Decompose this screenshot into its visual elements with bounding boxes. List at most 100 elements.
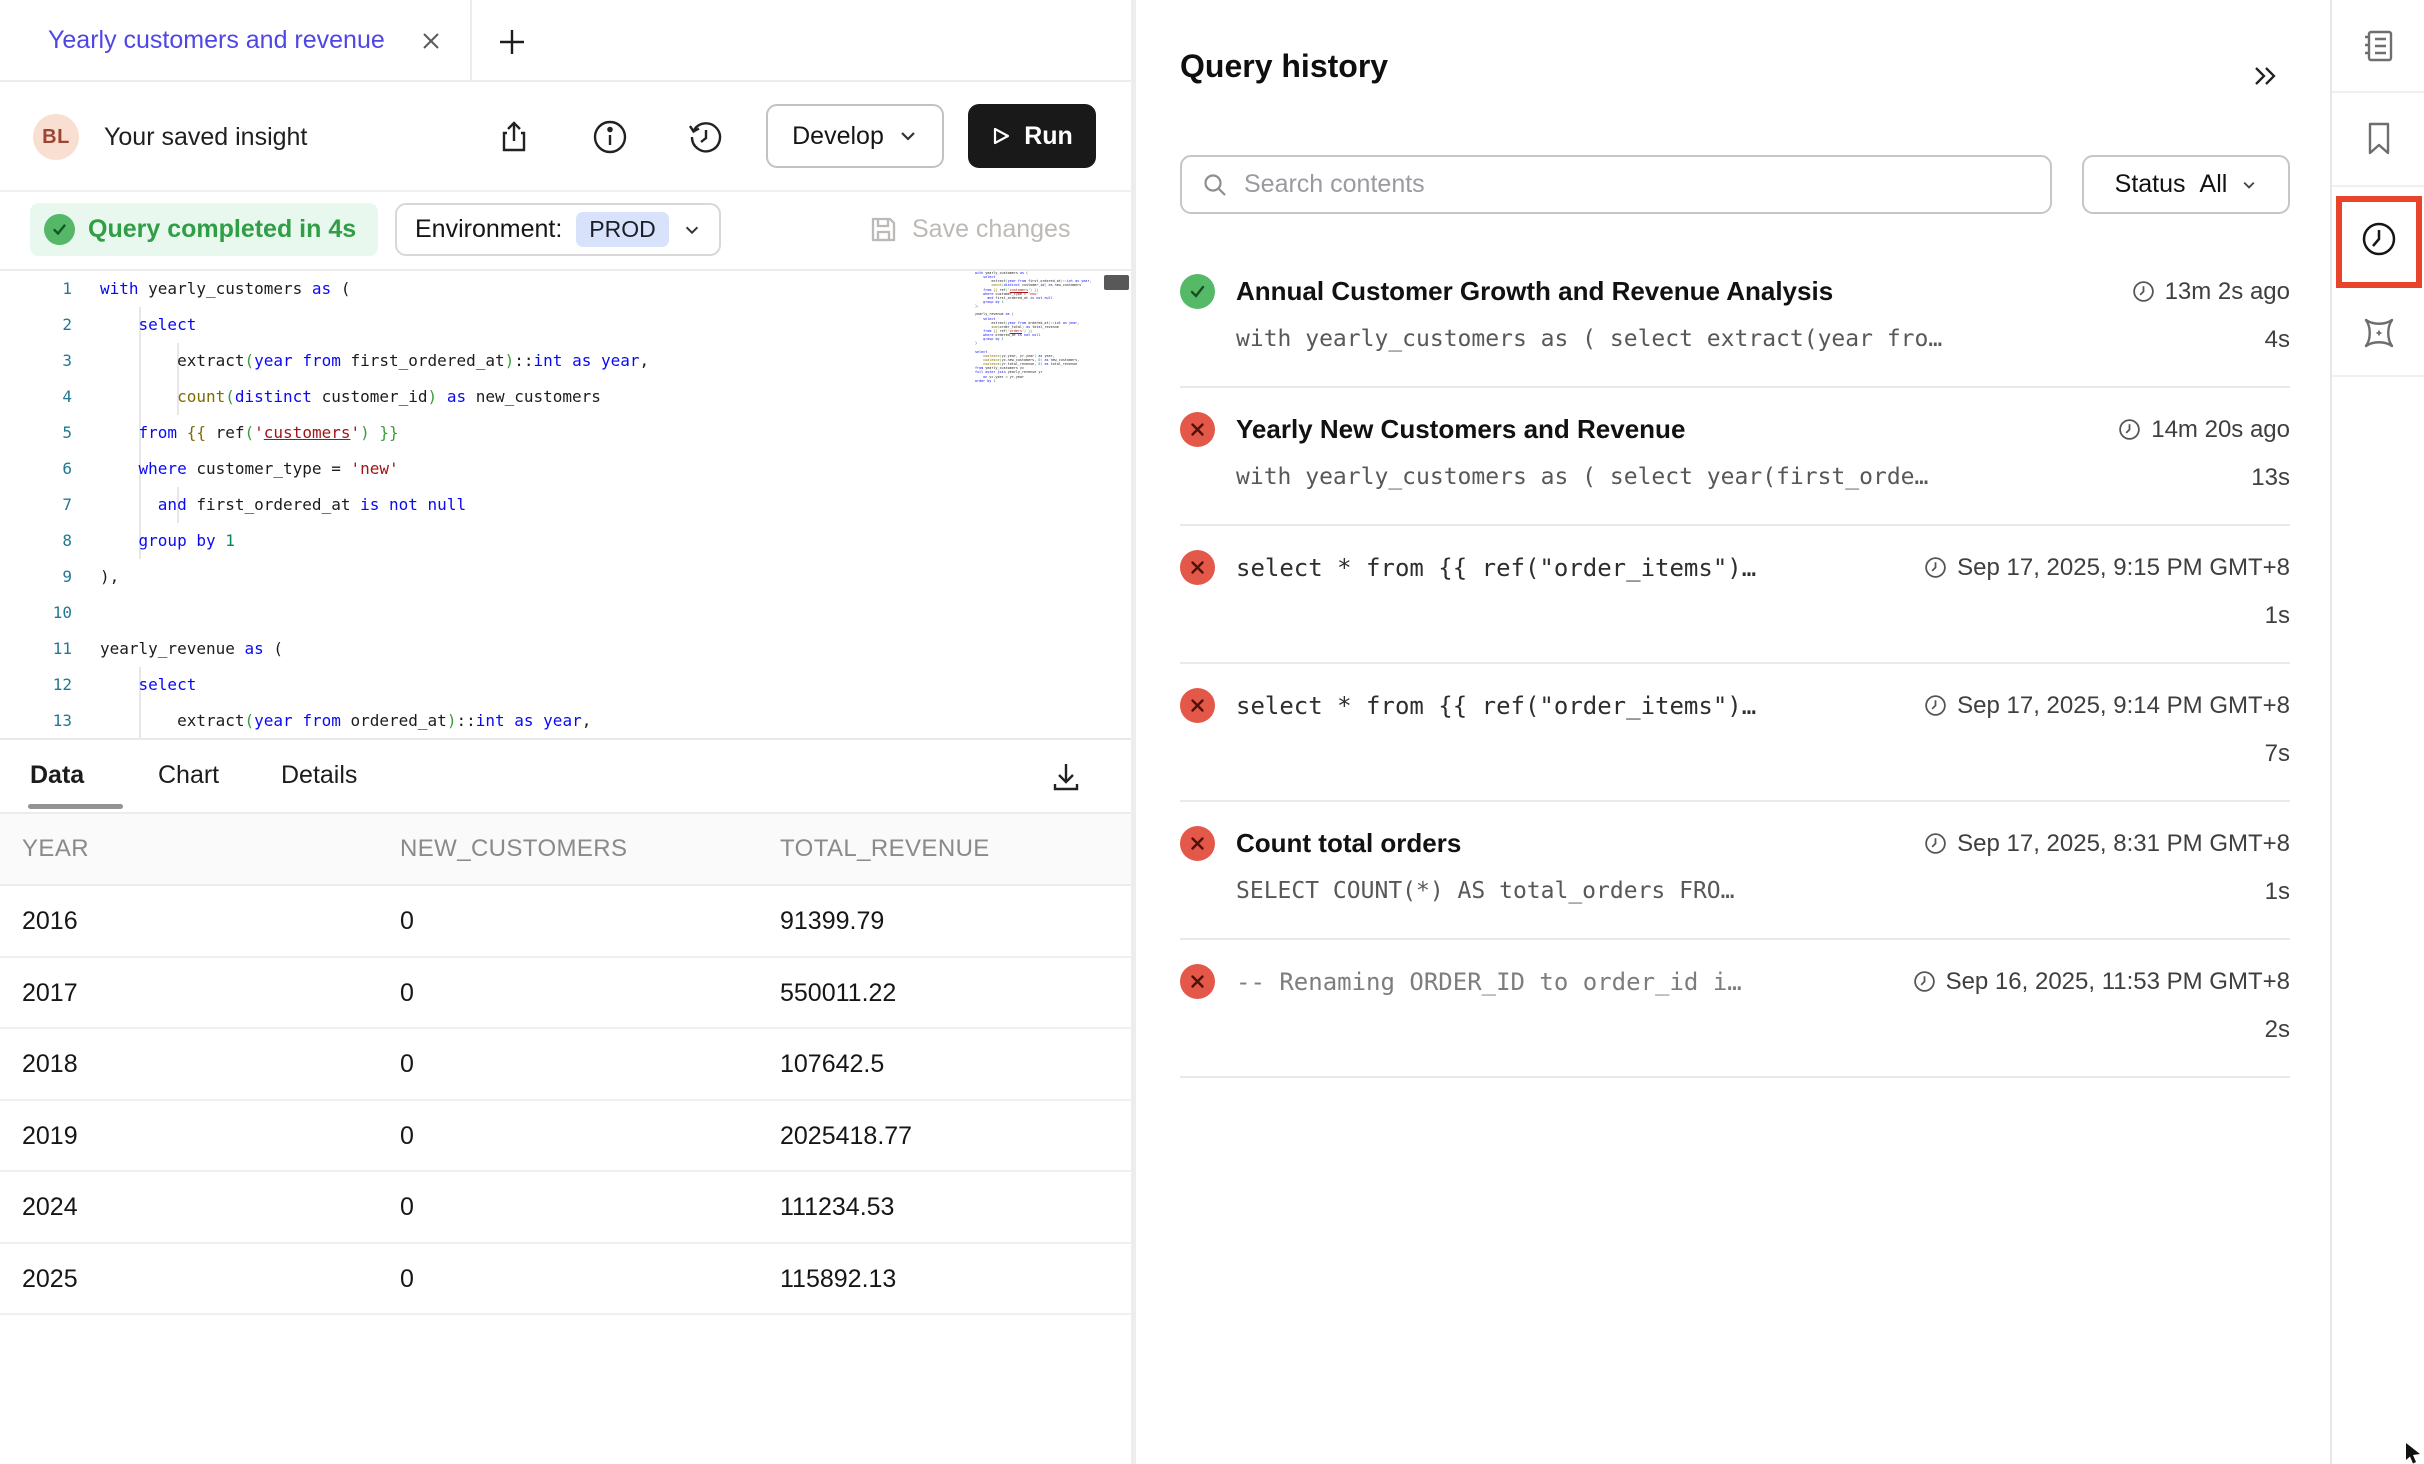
code-line[interactable]: where customer_type = 'new' <box>100 451 970 487</box>
status-filter-value: All <box>2200 170 2228 199</box>
line-number: 5 <box>0 415 72 451</box>
clock-icon <box>2117 417 2142 442</box>
query-status-badge: Query completed in 4s <box>30 203 378 256</box>
line-number: 3 <box>0 343 72 379</box>
query-timestamp: Sep 17, 2025, 9:15 PM GMT+8 <box>1923 554 2290 582</box>
search-input[interactable] <box>1244 170 2030 199</box>
column-header[interactable]: NEW_CUSTOMERS <box>400 814 627 884</box>
bookmark-icon[interactable] <box>2332 93 2424 187</box>
table-row[interactable]: 20180107642.5 <box>0 1029 1131 1101</box>
tab-chart[interactable]: Chart <box>158 741 219 809</box>
code-line[interactable]: extract(year from first_ordered_at)::int… <box>100 343 970 379</box>
environment-select[interactable]: Environment: PROD <box>395 203 721 256</box>
download-icon[interactable] <box>1046 757 1086 797</box>
query-title: Yearly New Customers and Revenue <box>1236 414 2117 445</box>
query-timestamp: Sep 17, 2025, 9:14 PM GMT+8 <box>1923 692 2290 720</box>
table-row[interactable]: 20240111234.53 <box>0 1172 1131 1244</box>
code-line[interactable]: with yearly_customers as ( <box>100 271 970 307</box>
table-cell: 107642.5 <box>780 1029 884 1099</box>
right-icon-rail <box>2330 0 2424 1464</box>
clock-icon <box>2131 279 2156 304</box>
code-line[interactable]: select <box>100 307 970 343</box>
tab-separator <box>470 0 472 82</box>
insight-toolbar: BL Your saved insight Develop Run <box>0 82 1131 192</box>
status-filter-button[interactable]: Status All <box>2082 155 2290 214</box>
editor-scrollbar[interactable] <box>1102 271 1131 740</box>
close-icon[interactable] <box>414 24 448 58</box>
code-line[interactable]: ), <box>100 559 970 595</box>
editor-minimap[interactable]: with yearly_customers as ( select extrac… <box>975 271 1103 740</box>
chevron-down-icon <box>898 126 918 146</box>
query-history-item[interactable]: Annual Customer Growth and Revenue Analy… <box>1180 250 2290 388</box>
error-icon <box>1180 826 1215 861</box>
table-cell: 0 <box>400 1101 414 1171</box>
editor-code[interactable]: with yearly_customers as ( select extrac… <box>100 271 970 740</box>
table-cell: 0 <box>400 886 414 956</box>
query-history-item[interactable]: Count total orders Sep 17, 2025, 8:31 PM… <box>1180 802 2290 940</box>
table-cell: 0 <box>400 1244 414 1314</box>
collapse-panel-icon[interactable] <box>2242 56 2286 96</box>
develop-label: Develop <box>792 122 884 151</box>
error-icon <box>1180 688 1215 723</box>
minimap-line: order by 1 <box>975 379 1103 383</box>
compass-icon[interactable] <box>2332 290 2424 377</box>
table-row[interactable]: 20170550011.22 <box>0 958 1131 1030</box>
save-icon <box>868 214 899 245</box>
code-line[interactable]: group by 1 <box>100 523 970 559</box>
avatar: BL <box>33 114 79 160</box>
table-row[interactable]: 20250115892.13 <box>0 1244 1131 1316</box>
table-header: YEAR NEW_CUSTOMERS TOTAL_REVENUE <box>0 812 1131 886</box>
line-number: 6 <box>0 451 72 487</box>
code-line[interactable]: select <box>100 667 970 703</box>
results-tab-bar: Data Chart Details <box>0 741 1131 812</box>
editor-panel: Yearly customers and revenue BL Your sav… <box>0 0 1131 1464</box>
tab-yearly-customers[interactable]: Yearly customers and revenue <box>0 0 470 82</box>
column-header[interactable]: TOTAL_REVENUE <box>780 814 990 884</box>
chevron-down-icon <box>2241 177 2257 193</box>
info-icon[interactable] <box>590 117 630 157</box>
table-cell: 0 <box>400 958 414 1028</box>
error-icon <box>1180 412 1215 447</box>
tab-title[interactable]: Yearly customers and revenue <box>48 0 385 80</box>
query-duration: 1s <box>2265 602 2290 630</box>
version-history-icon[interactable] <box>686 117 726 157</box>
save-changes-button[interactable]: Save changes <box>868 203 1070 256</box>
clock-icon <box>1923 555 1948 580</box>
query-history-item[interactable]: select * from {{ ref("order_items")… Sep… <box>1180 526 2290 664</box>
share-icon[interactable] <box>494 117 534 157</box>
tab-data[interactable]: Data <box>30 741 84 809</box>
sql-editor[interactable]: 1234567891011121314151617181920212223242… <box>0 269 1131 740</box>
table-cell: 2025418.77 <box>780 1101 912 1171</box>
query-history-item[interactable]: -- Renaming ORDER_ID to order_id i… Sep … <box>1180 940 2290 1078</box>
run-button[interactable]: Run <box>968 104 1096 168</box>
new-tab-button[interactable] <box>490 20 534 64</box>
editor-gutter: 1234567891011121314151617181920212223242… <box>0 271 72 740</box>
query-timestamp: 14m 20s ago <box>2117 416 2290 444</box>
query-history-item[interactable]: select * from {{ ref("order_items")… Sep… <box>1180 664 2290 802</box>
code-line[interactable]: sum(order_total) as total_revenue <box>100 739 970 740</box>
code-line[interactable]: count(distinct customer_id) as new_custo… <box>100 379 970 415</box>
line-number: 12 <box>0 667 72 703</box>
code-line[interactable]: extract(year from ordered_at)::int as ye… <box>100 703 970 739</box>
table-row[interactable]: 2016091399.79 <box>0 886 1131 958</box>
scrollbar-thumb[interactable] <box>1104 275 1129 290</box>
tab-details[interactable]: Details <box>281 741 357 809</box>
tab-bar: Yearly customers and revenue <box>0 0 1131 82</box>
code-line[interactable]: yearly_revenue as ( <box>100 631 970 667</box>
search-box[interactable] <box>1180 155 2052 214</box>
code-line[interactable]: and first_ordered_at is not null <box>100 487 970 523</box>
query-history-item[interactable]: Yearly New Customers and Revenue 14m 20s… <box>1180 388 2290 526</box>
active-rail-highlight <box>2336 196 2422 288</box>
table-cell: 2016 <box>22 886 78 956</box>
code-line[interactable] <box>100 595 970 631</box>
query-title: -- Renaming ORDER_ID to order_id i… <box>1236 968 1912 996</box>
query-history-panel: Query history Status All Annual Customer… <box>1136 0 2330 1464</box>
table-row[interactable]: 201902025418.77 <box>0 1101 1131 1173</box>
notebook-icon[interactable] <box>2332 0 2424 93</box>
query-title: select * from {{ ref("order_items")… <box>1236 692 1923 720</box>
develop-button[interactable]: Develop <box>766 104 944 168</box>
line-number: 8 <box>0 523 72 559</box>
code-line[interactable]: from {{ ref('customers') }} <box>100 415 970 451</box>
column-header[interactable]: YEAR <box>22 814 89 884</box>
query-timestamp: Sep 16, 2025, 11:53 PM GMT+8 <box>1912 968 2290 996</box>
